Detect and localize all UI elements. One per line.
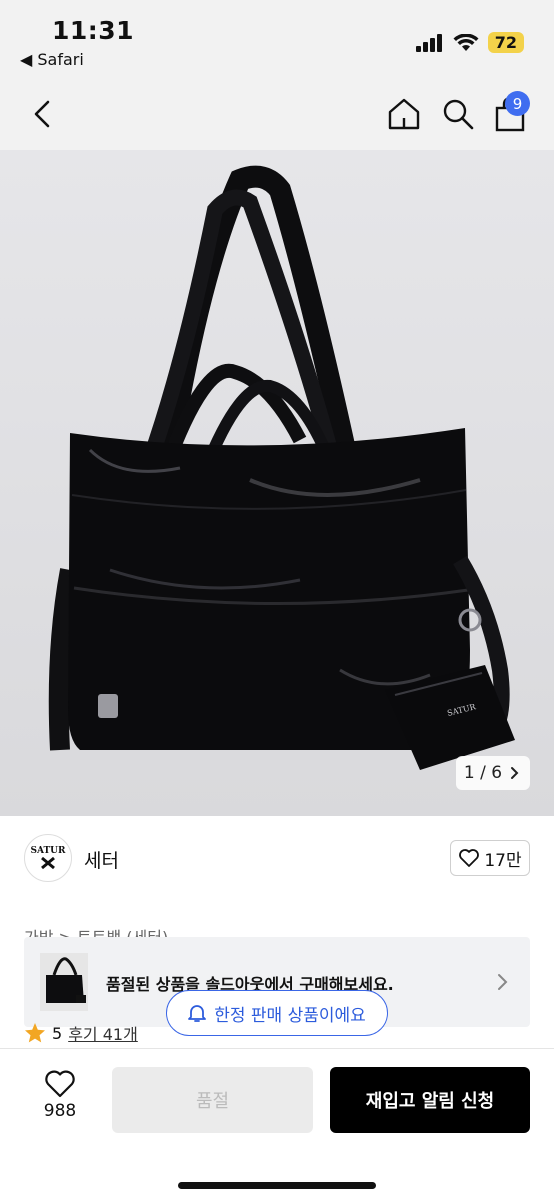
brand-logo-text: SATUR — [30, 846, 66, 856]
home-icon[interactable] — [386, 94, 422, 134]
brand-logo[interactable]: SATUR — [24, 834, 72, 882]
soldout-button[interactable]: 품절 — [112, 1067, 313, 1133]
status-time: 11:31 — [52, 16, 135, 45]
restock-alert-button[interactable]: 재입고 알림 신청 — [330, 1067, 530, 1133]
brand-emblem-icon — [41, 856, 55, 870]
cart-count-badge: 9 — [505, 91, 530, 116]
top-nav-bar — [0, 80, 554, 150]
chevron-right-icon — [498, 974, 508, 990]
bottom-action-bar: 988 품절 재입고 알림 신청 — [0, 1048, 554, 1200]
limited-sale-label: 한정 판매 상품이에요 — [214, 1005, 366, 1026]
battery-level: 72 — [487, 32, 524, 53]
review-count-link[interactable]: 후기 41개 — [68, 1022, 138, 1044]
category-breadcrumb[interactable]: 가방 > 토트백 (세터) — [24, 924, 168, 938]
limited-sale-tooltip: 한정 판매 상품이에요 — [166, 990, 388, 1036]
product-photo-tote-bag: SATUR — [48, 165, 515, 770]
banner-product-thumbnail — [40, 953, 88, 1011]
rating-score: 5 — [52, 1023, 63, 1043]
rating-row: 5 후기 41개 — [24, 1022, 138, 1044]
image-counter-text: 1 / 6 — [463, 763, 503, 783]
search-icon[interactable] — [440, 94, 476, 134]
star-icon — [25, 1023, 45, 1043]
bell-icon — [188, 1005, 207, 1022]
status-bar: 11:31 ◀ Safari 72 — [0, 0, 554, 80]
wishlist-count: 988 — [43, 1101, 77, 1121]
product-image-gallery[interactable]: SATUR 1 / 6 — [0, 150, 554, 816]
brand-like-button[interactable]: 17만 — [450, 840, 530, 876]
heart-icon — [459, 849, 480, 867]
status-icons: 72 — [415, 32, 524, 53]
brand-row: SATUR 세터 17만 — [0, 830, 554, 886]
wishlist-button[interactable]: 988 — [30, 1069, 90, 1121]
image-counter[interactable]: 1 / 6 — [456, 756, 530, 790]
back-arrow-icon[interactable] — [28, 94, 60, 134]
cellular-signal-icon — [415, 33, 442, 52]
back-to-safari-link[interactable]: ◀ Safari — [20, 50, 84, 69]
home-indicator — [178, 1182, 376, 1189]
brand-name[interactable]: 세터 — [84, 846, 119, 873]
wifi-icon — [453, 33, 479, 51]
chevron-right-icon — [511, 767, 519, 779]
heart-icon — [45, 1070, 75, 1098]
brand-like-count: 17만 — [484, 850, 522, 871]
